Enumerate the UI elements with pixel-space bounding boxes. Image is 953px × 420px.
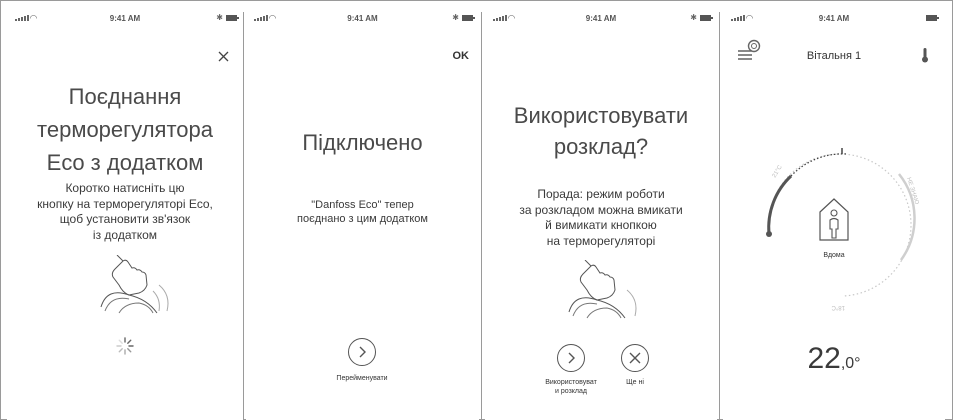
- battery-icon: [462, 15, 475, 21]
- connected-message: "Danfoss Eco" тепер поєднано з цим додат…: [246, 198, 479, 226]
- bluetooth-icon: ✱: [452, 13, 459, 22]
- title-line: Використовувати: [513, 103, 689, 128]
- not-yet-label: Ще ні: [626, 379, 644, 386]
- close-button[interactable]: [218, 49, 229, 65]
- panel-divider: [243, 12, 244, 420]
- gauge-label-bottom: 18°C: [831, 304, 845, 310]
- thermostat-press-illustration: [568, 260, 637, 319]
- connected-title: Підключено: [302, 130, 423, 155]
- not-yet-button[interactable]: [621, 344, 649, 372]
- thermometer-icon[interactable]: [921, 47, 929, 63]
- rename-label: Перейменувати: [336, 375, 388, 382]
- body-line: кнопку на терморегуляторі Eco,: [37, 196, 213, 211]
- status-time: 9:41 AM: [347, 14, 378, 23]
- status-bar: ◠ 9:41 AM ✱: [485, 12, 717, 26]
- status-bar: ◠ 9:41 AM ✱: [7, 12, 243, 26]
- status-time: 9:41 AM: [818, 14, 850, 23]
- panel-divider: [719, 12, 720, 420]
- title-line: Поєднання: [68, 84, 182, 109]
- status-bar: ◠ 9:41 AM ✱: [246, 12, 479, 26]
- rename-button[interactable]: [348, 338, 376, 366]
- schedule-title: Використовувати розклад?: [485, 100, 717, 162]
- status-time: 9:41 AM: [109, 14, 141, 23]
- battery-icon: [700, 15, 713, 21]
- temperature-decimal: ,0°: [840, 355, 861, 372]
- screen-pairing: ◠ 9:41 AM ✱ Поєднання терморегулятора Ec…: [7, 12, 243, 420]
- ok-button[interactable]: OK: [453, 50, 470, 62]
- current-temperature: 22,0°: [723, 342, 945, 376]
- battery-icon: [226, 15, 239, 21]
- title-line: Eco з додатком: [46, 150, 204, 175]
- use-schedule-label: Використовуват и розклад: [531, 378, 611, 396]
- close-icon: [629, 352, 641, 364]
- status-bar: ◠ 9:41 AM: [723, 12, 945, 26]
- home-mode-icon[interactable]: [818, 196, 850, 244]
- temperature-whole: 22: [807, 342, 841, 375]
- chevron-right-icon: [359, 346, 366, 358]
- panel-divider: [481, 12, 482, 420]
- chevron-right-icon: [568, 352, 575, 364]
- mode-label: Вдома: [823, 252, 845, 259]
- status-time: 9:41 AM: [585, 14, 617, 23]
- pairing-instructions: Коротко натисніть цю кнопку на терморегу…: [7, 181, 243, 243]
- gauge-handle[interactable]: [766, 231, 772, 237]
- body-line: на терморегуляторі: [546, 233, 656, 248]
- label-line: Використовуват: [545, 379, 597, 386]
- thermostat-press-illustration: [100, 255, 169, 314]
- schedule-tip: Порада: режим роботи за розкладом можна …: [485, 187, 717, 249]
- body-line: "Danfoss Eco" тепер: [311, 199, 414, 211]
- title-line: розклад?: [553, 134, 649, 159]
- battery-icon: [926, 15, 939, 21]
- body-line: із додатком: [92, 227, 158, 242]
- screen-connected: ◠ 9:41 AM ✱ OK Підключено "Danfoss Eco" …: [246, 12, 479, 420]
- body-line: Порада: режим роботи: [537, 187, 665, 201]
- gauge-label-top-left: 21°C: [772, 164, 785, 179]
- body-line: поєднано з цим додатком: [297, 213, 428, 225]
- screen-schedule: ◠ 9:41 AM ✱ Використовувати розклад? Пор…: [485, 12, 717, 420]
- body-line: щоб установити зв'язок: [59, 212, 191, 226]
- use-schedule-button[interactable]: [557, 344, 585, 372]
- bluetooth-icon: ✱: [216, 13, 223, 22]
- gauge-dotted-active: [790, 153, 848, 177]
- body-line: Коротко натисніть цю: [65, 181, 185, 195]
- body-line: й вимикати кнопкою: [545, 218, 657, 232]
- body-line: за розкладом можна вмикати: [519, 202, 683, 217]
- gauge-active-arc: [767, 174, 793, 235]
- title-line: терморегулятора: [37, 117, 213, 142]
- pairing-title: Поєднання терморегулятора Eco з додатком: [7, 80, 243, 179]
- label-line: и розклад: [555, 388, 587, 395]
- loading-spinner-icon: [116, 337, 134, 355]
- close-icon: [218, 51, 229, 62]
- room-title: Вітальня 1: [806, 50, 862, 62]
- bluetooth-icon: ✱: [690, 13, 697, 22]
- screen-room: ◠ 9:41 AM Вітальня 1 21°C НЕ ЗНАЮ 18°C В…: [723, 12, 945, 420]
